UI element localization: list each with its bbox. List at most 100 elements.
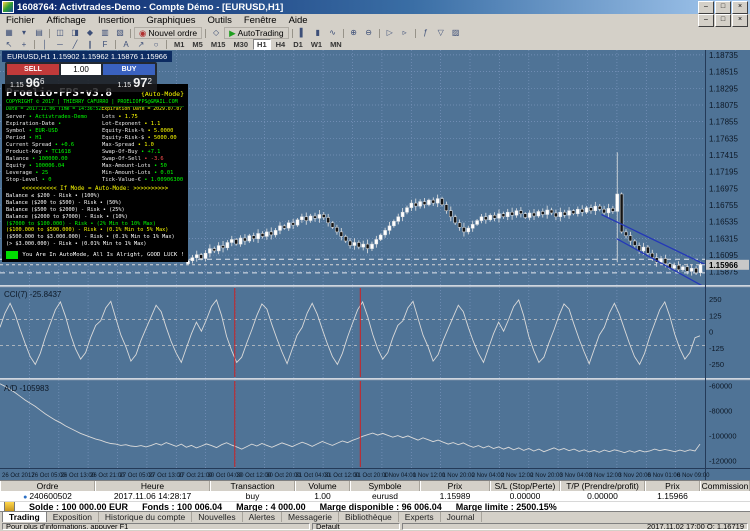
bar-chart-icon[interactable]: ▌ [296, 28, 310, 38]
menu-insertion[interactable]: Insertion [92, 15, 140, 27]
order-cell-symbol: eurusd [350, 491, 420, 501]
menu-graphiques[interactable]: Graphiques [140, 15, 201, 27]
tab-experts[interactable]: Experts [399, 512, 441, 522]
autotrading-button[interactable]: ▶AutoTrading [224, 27, 289, 39]
zoom-in-icon[interactable]: ⊕ [347, 28, 361, 38]
menu-fichier[interactable]: Fichier [0, 15, 41, 27]
ea-info-left: Equity • 100006.04 [6, 163, 102, 170]
periods-icon[interactable]: ▽ [434, 28, 448, 38]
timeframe-w1[interactable]: W1 [308, 40, 325, 49]
ea-info-right: Swap-Of-Sell • -3.6 [102, 156, 184, 163]
tab-bibliothèque[interactable]: Bibliothèque [339, 512, 399, 522]
menu-aide[interactable]: Aide [283, 15, 314, 27]
time-axis-label: 3 Nov 20:00 [618, 473, 651, 479]
sell-button[interactable]: SELL [7, 64, 59, 75]
column-header-1[interactable]: Heure [95, 481, 210, 491]
crosshair-icon[interactable]: + [17, 40, 31, 50]
ea-risk-row: Balance ($500 to $2000) - Risk • (25%) [6, 207, 184, 214]
column-header-8[interactable]: Prix [645, 481, 700, 491]
new-order-button[interactable]: ◉Nouvel ordre [134, 27, 202, 39]
column-header-2[interactable]: Transaction [210, 481, 295, 491]
svg-text:1.18735: 1.18735 [709, 51, 738, 60]
fibonacci-icon[interactable]: F [98, 40, 112, 50]
minimize-button[interactable]: – [698, 1, 714, 14]
ea-info-left: Stop-Level • 0 [6, 177, 102, 184]
timeframe-mn[interactable]: MN [327, 40, 345, 49]
ea-info-row: Balance • 100000.00Swap-Of-Sell • -3.6 [6, 156, 184, 163]
zoom-out-icon[interactable]: ⊖ [362, 28, 376, 38]
tab-historique-du-compte[interactable]: Historique du compte [99, 512, 192, 522]
chart-dropdown-icon[interactable]: ▾ [17, 28, 31, 38]
tab-journal[interactable]: Journal [441, 512, 482, 522]
text-icon[interactable]: A [119, 40, 133, 50]
lot-size-input[interactable]: 1.00 [61, 64, 101, 75]
strategy-tester-icon[interactable]: ▧ [113, 28, 127, 38]
chart-restore-button[interactable]: □ [715, 14, 731, 27]
candlestick-chart-icon[interactable]: ▮ [311, 28, 325, 38]
column-header-9[interactable]: Commission [700, 481, 750, 491]
market-watch-icon[interactable]: ◫ [53, 28, 67, 38]
column-header-0[interactable]: Ordre [0, 481, 95, 491]
indicators-icon[interactable]: ƒ [419, 28, 433, 38]
column-header-3[interactable]: Volume [295, 481, 350, 491]
order-row[interactable]: ● 2406005022017.11.06 14:28:17buy1.00eur… [0, 491, 750, 501]
close-button[interactable]: × [732, 1, 748, 14]
column-header-5[interactable]: Prix [420, 481, 490, 491]
tab-messagerie[interactable]: Messagerie [282, 512, 339, 522]
timeframe-d1[interactable]: D1 [290, 40, 306, 49]
column-header-6[interactable]: S/L (Stop/Perte) [490, 481, 560, 491]
channel-icon[interactable]: ∥ [83, 40, 97, 50]
menu-affichage[interactable]: Affichage [41, 15, 92, 27]
buy-button[interactable]: BUY [103, 64, 155, 75]
tab-alertes[interactable]: Alertes [243, 512, 282, 522]
profiles-icon[interactable]: ▤ [32, 28, 46, 38]
navigator-icon[interactable]: ◆ [83, 28, 97, 38]
buy-price-big: 97 [133, 75, 147, 90]
menu-outils[interactable]: Outils [202, 15, 238, 27]
auto-scroll-icon[interactable]: ▷ [383, 28, 397, 38]
ea-info-left: Server • Activtrades-Demo [6, 114, 102, 121]
status-profile[interactable]: Default [312, 523, 400, 530]
vertical-line-icon[interactable]: │ [38, 40, 52, 50]
ea-footer-text: You Are In AutoMode, All Is Alright, GOO… [22, 252, 184, 258]
time-axis-label: 2 Nov 04:00 [472, 473, 505, 479]
metaeditor-icon[interactable]: ◇ [209, 28, 223, 38]
timeframe-h1[interactable]: H1 [253, 39, 271, 50]
maximize-button[interactable]: □ [715, 1, 731, 14]
ea-info-right: Max-Spread • 1.0 [102, 142, 184, 149]
chart-shift-icon[interactable]: ▹ [398, 28, 412, 38]
toolbar-separator [115, 40, 116, 49]
terminal-icon[interactable]: ▥ [98, 28, 112, 38]
svg-text:-80000: -80000 [709, 406, 732, 415]
chart-minimize-button[interactable]: – [698, 14, 714, 27]
tab-nouvelles[interactable]: Nouvelles [192, 512, 242, 522]
templates-icon[interactable]: ▨ [449, 28, 463, 38]
line-chart-icon[interactable]: ∿ [326, 28, 340, 38]
time-axis-label: 26 Oct 2017 [2, 473, 35, 479]
balance-item: Marge disponible : 96 006.04 [320, 502, 442, 512]
new-chart-icon[interactable]: ▦ [2, 28, 16, 38]
tab-trading[interactable]: Trading [2, 511, 47, 522]
timeframe-m5[interactable]: M5 [189, 40, 205, 49]
svg-text:-250: -250 [709, 360, 724, 369]
svg-text:1.15966: 1.15966 [709, 261, 738, 270]
chart-close-button[interactable]: × [732, 14, 748, 27]
svg-text:250: 250 [709, 295, 722, 304]
arrow-icon[interactable]: ↗ [134, 40, 148, 50]
time-axis-label: 6 Nov 01:00 [648, 473, 681, 479]
cursor-icon[interactable]: ↖ [2, 40, 16, 50]
timeframe-m1[interactable]: M1 [171, 40, 187, 49]
timeframe-m15[interactable]: M15 [208, 40, 229, 49]
svg-text:1.17635: 1.17635 [709, 134, 738, 143]
column-header-7[interactable]: T/P (Prendre/profit) [560, 481, 645, 491]
menu-fentre[interactable]: Fenêtre [238, 15, 283, 27]
trendline-icon[interactable]: ╱ [68, 40, 82, 50]
sell-price: 1.15 966 [10, 75, 45, 90]
timeframe-m30[interactable]: M30 [230, 40, 251, 49]
data-window-icon[interactable]: ◨ [68, 28, 82, 38]
timeframe-h4[interactable]: H4 [273, 40, 289, 49]
shapes-icon[interactable]: ○ [149, 40, 163, 50]
column-header-4[interactable]: Symbole [350, 481, 420, 491]
tab-exposition[interactable]: Exposition [47, 512, 99, 522]
horizontal-line-icon[interactable]: ─ [53, 40, 67, 50]
